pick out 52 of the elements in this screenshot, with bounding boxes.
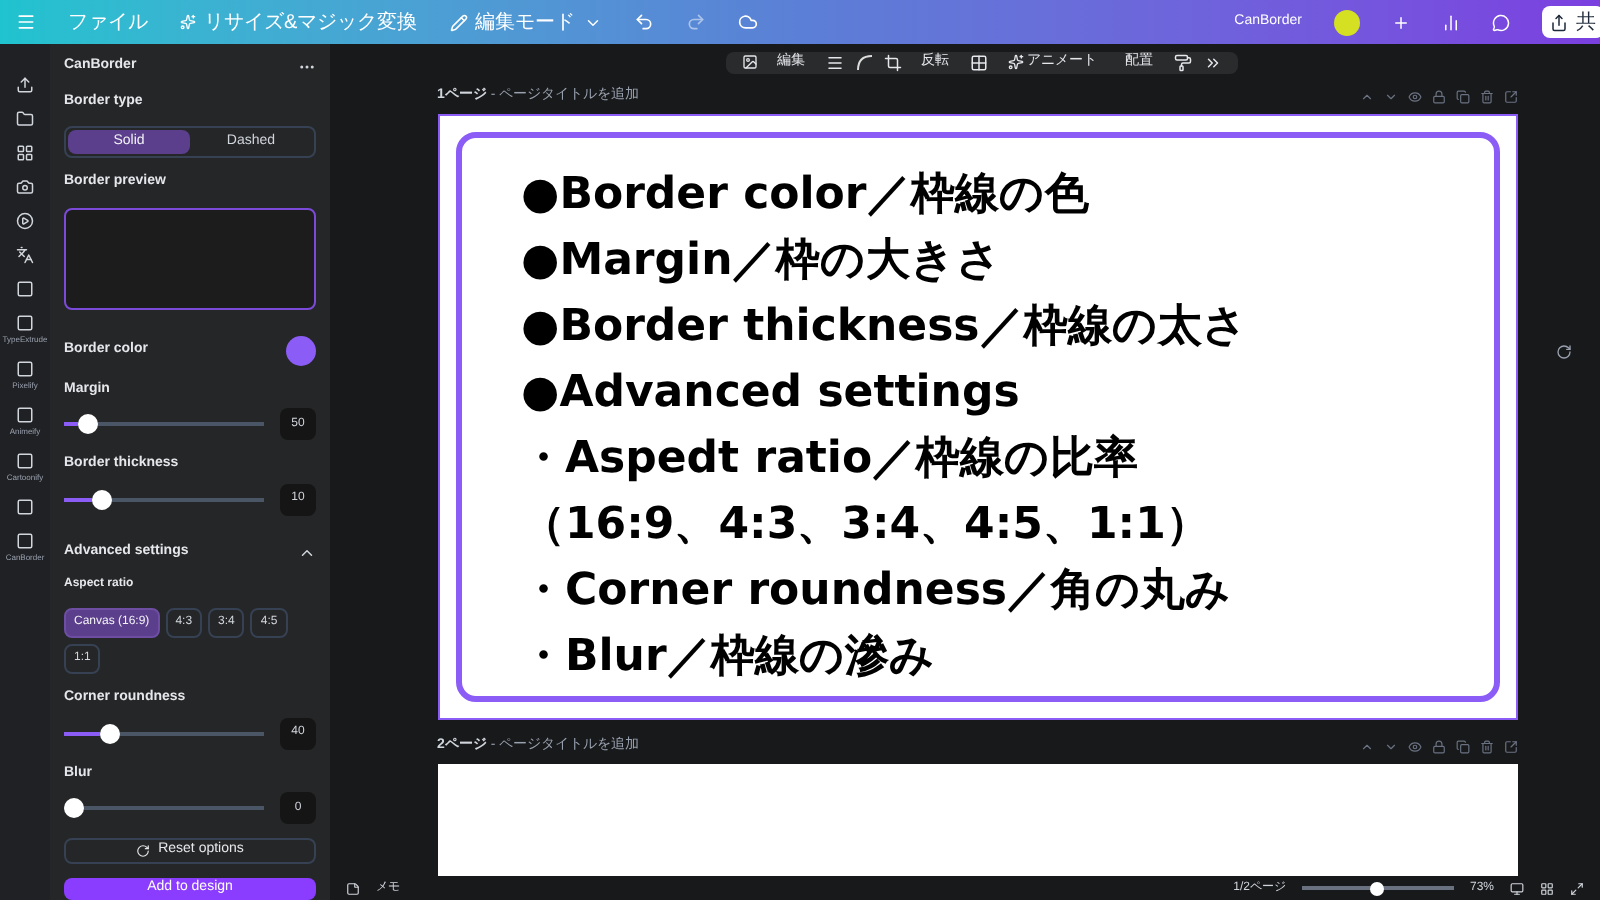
slide-text-line: ・Corner roundness／角の丸み (521, 563, 1234, 619)
slider-thumb[interactable] (91, 489, 111, 510)
slide-text-line: ●Margin／枠の大きさ (521, 233, 1005, 289)
add-page-icon[interactable] (1503, 740, 1517, 754)
trash-icon[interactable] (1479, 740, 1493, 754)
avatar-icon[interactable] (1334, 9, 1360, 35)
slide-text-line: ●Advanced settings (521, 365, 1022, 421)
rotate-icon[interactable] (1556, 344, 1572, 360)
add-page-icon[interactable] (1503, 90, 1517, 104)
slide-text-line: （16:9、4:3、3:4、4:5、1:1） (521, 497, 1212, 553)
cloud-icon[interactable] (737, 12, 758, 32)
lock-icon[interactable] (1431, 90, 1445, 104)
paint-roller-icon[interactable] (1173, 53, 1191, 72)
slide-text-line: ●Border color／枠線の色 (521, 167, 1091, 223)
slide-text-line: ・Blur／枠線の滲み (521, 629, 937, 685)
slide-text-line: ・Aspedt ratio／枠線の比率 (521, 431, 1141, 487)
comment-icon[interactable] (1492, 13, 1510, 31)
eye-icon[interactable] (1407, 90, 1421, 104)
lock-icon[interactable] (1431, 740, 1445, 754)
monitor-icon[interactable] (1510, 881, 1524, 895)
fullscreen-icon[interactable] (1570, 881, 1584, 895)
image-icon[interactable] (741, 54, 757, 71)
note-icon[interactable] (346, 881, 360, 895)
corner-curve-icon[interactable] (855, 54, 871, 71)
chevron-up-icon[interactable] (1359, 90, 1373, 104)
share-button[interactable]: 共 (1542, 6, 1600, 38)
sparkle-icon (1007, 54, 1023, 71)
pencil-icon (449, 13, 468, 31)
chevron-down-icon[interactable] (1383, 740, 1397, 754)
trash-icon[interactable] (1479, 90, 1493, 104)
chevron-down-icon[interactable] (1383, 90, 1397, 104)
checker-icon[interactable] (969, 53, 987, 72)
lines-icon[interactable] (825, 53, 843, 72)
slider-thumb[interactable] (100, 723, 120, 744)
plus-icon[interactable] (1392, 13, 1410, 31)
share-icon (1550, 13, 1568, 31)
slider-thumb[interactable] (64, 798, 84, 819)
chevron-up-icon[interactable] (1359, 740, 1373, 754)
undo-icon[interactable] (633, 12, 654, 32)
slide-text-line: ●Border thickness／枠線の太さ (521, 299, 1250, 355)
copy-icon[interactable] (1455, 740, 1469, 754)
sparkle-icon (180, 14, 196, 30)
grid-icon[interactable] (1540, 881, 1554, 895)
color-swatch[interactable] (286, 335, 316, 366)
slider-thumb[interactable] (78, 414, 99, 435)
more-icon[interactable] (1203, 53, 1221, 72)
crop-icon[interactable] (883, 53, 901, 72)
chart-icon[interactable] (1442, 13, 1460, 31)
reset-icon (136, 844, 151, 859)
copy-icon[interactable] (1455, 90, 1469, 104)
zoom-thumb[interactable] (1370, 881, 1385, 895)
eye-icon[interactable] (1407, 740, 1421, 754)
